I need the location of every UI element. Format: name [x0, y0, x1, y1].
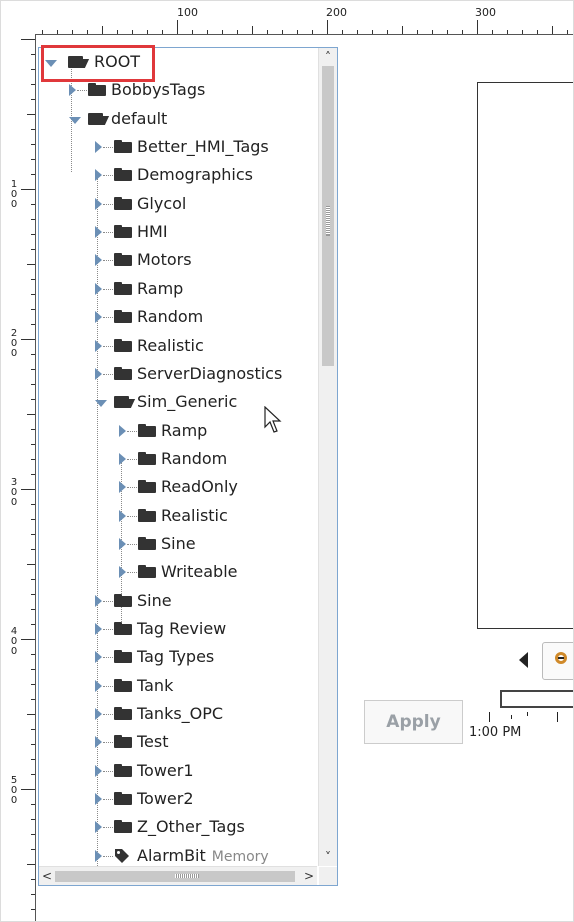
- designer-canvas: 100 200 300 100 200 300 400 500 ROOT Bob…: [0, 0, 574, 922]
- window-border: [0, 0, 574, 922]
